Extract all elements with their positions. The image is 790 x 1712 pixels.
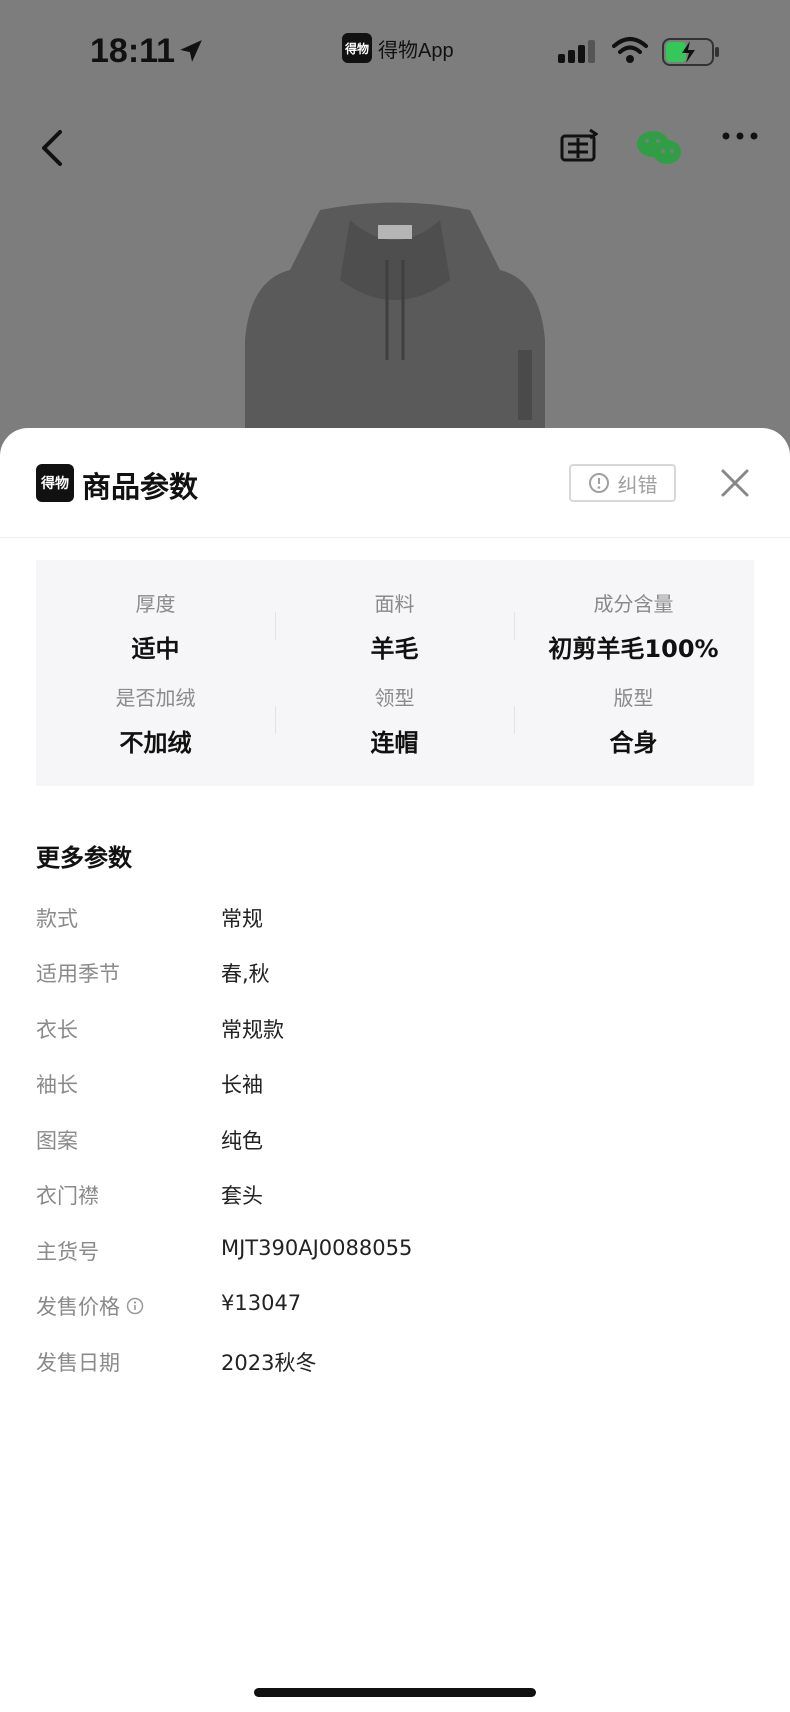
summary-divider	[275, 706, 276, 734]
summary-cell: 厚度 适中	[36, 588, 275, 664]
param-value: 常规	[221, 907, 263, 931]
param-key: 主货号	[36, 1240, 99, 1264]
param-row: 适用季节 春,秋	[36, 958, 754, 998]
summary-value: 不加绒	[119, 729, 192, 757]
report-error-label: 纠错	[617, 472, 658, 497]
param-row: 款式 常规	[36, 903, 754, 943]
app-logo: 得物	[342, 33, 372, 63]
product-image	[245, 202, 545, 440]
summary-value: 适中	[131, 635, 180, 663]
param-key: 衣长	[36, 1018, 78, 1042]
brand-logo: 得物	[36, 464, 74, 502]
param-key: 发售价格	[36, 1295, 120, 1319]
summary-cell: 领型 连帽	[275, 682, 514, 758]
alert-circle-icon	[588, 473, 609, 493]
battery-charging-icon	[662, 38, 719, 66]
summary-label: 是否加绒	[115, 686, 196, 710]
app-name: 得物App	[378, 39, 454, 62]
sheet-header: 得物 商品参数 纠错	[0, 428, 790, 538]
param-value: 春,秋	[221, 962, 270, 986]
param-row: 衣门襟 套头	[36, 1180, 754, 1220]
summary-divider	[514, 612, 515, 640]
param-key: 袖长	[36, 1073, 78, 1097]
product-params-sheet: 得物 商品参数 纠错 厚度 适中 面料 羊毛 成分含量 初剪羊毛100% 是否加…	[0, 428, 790, 1712]
summary-value: 连帽	[370, 729, 419, 757]
param-value: 纯色	[221, 1129, 263, 1153]
summary-value: 合身	[609, 729, 658, 757]
param-value: 套头	[221, 1184, 263, 1208]
param-key: 图案	[36, 1129, 78, 1153]
param-row: 衣长 常规款	[36, 1014, 754, 1054]
location-arrow-icon	[180, 40, 202, 62]
status-time: 18:11	[90, 32, 176, 70]
param-key: 适用季节	[36, 962, 120, 986]
summary-divider	[275, 612, 276, 640]
wechat-icon[interactable]	[636, 130, 682, 166]
param-row: 图案 纯色	[36, 1125, 754, 1165]
summary-divider	[514, 706, 515, 734]
param-value: MJT390AJ0088055	[221, 1236, 413, 1260]
summary-label: 领型	[374, 686, 415, 710]
summary-value: 羊毛	[370, 635, 419, 663]
info-icon[interactable]	[126, 1297, 144, 1315]
key-params-summary: 厚度 适中 面料 羊毛 成分含量 初剪羊毛100% 是否加绒 不加绒 领型 连帽…	[36, 560, 754, 786]
summary-value: 初剪羊毛100%	[548, 635, 719, 663]
summary-label: 版型	[613, 686, 654, 710]
status-bar: 18:11 得物 得物App	[0, 0, 790, 100]
param-row: 主货号 MJT390AJ0088055	[36, 1236, 754, 1276]
param-row: 袖长 长袖	[36, 1069, 754, 1109]
top-nav	[0, 110, 790, 190]
more-icon[interactable]	[722, 130, 758, 142]
param-value: ¥13047	[221, 1291, 302, 1315]
cellular-signal-icon	[558, 40, 595, 63]
close-icon[interactable]	[718, 466, 752, 500]
report-error-button[interactable]: 纠错	[569, 464, 676, 502]
param-key: 发售日期	[36, 1351, 120, 1375]
param-key: 款式	[36, 907, 78, 931]
param-key: 衣门襟	[36, 1184, 99, 1208]
summary-cell: 成分含量 初剪羊毛100%	[514, 588, 753, 664]
param-row: 发售价格 ¥13047	[36, 1291, 754, 1331]
home-indicator[interactable]	[254, 1688, 536, 1697]
summary-label: 成分含量	[593, 592, 674, 616]
param-value: 长袖	[221, 1073, 263, 1097]
param-key-with-info: 发售价格	[36, 1291, 144, 1321]
sheet-title: 商品参数	[82, 470, 199, 504]
summary-cell: 是否加绒 不加绒	[36, 682, 275, 758]
summary-label: 面料	[374, 592, 415, 616]
more-params-title: 更多参数	[36, 844, 132, 872]
sell-icon[interactable]	[558, 126, 598, 170]
wifi-icon	[612, 37, 648, 63]
summary-label: 厚度	[135, 592, 176, 616]
param-value: 常规款	[221, 1018, 284, 1042]
summary-cell: 面料 羊毛	[275, 588, 514, 664]
summary-cell: 版型 合身	[514, 682, 753, 758]
param-value: 2023秋冬	[221, 1351, 317, 1375]
param-row: 发售日期 2023秋冬	[36, 1347, 754, 1387]
back-icon[interactable]	[36, 128, 66, 168]
app-badge: 得物 得物App	[342, 33, 454, 63]
